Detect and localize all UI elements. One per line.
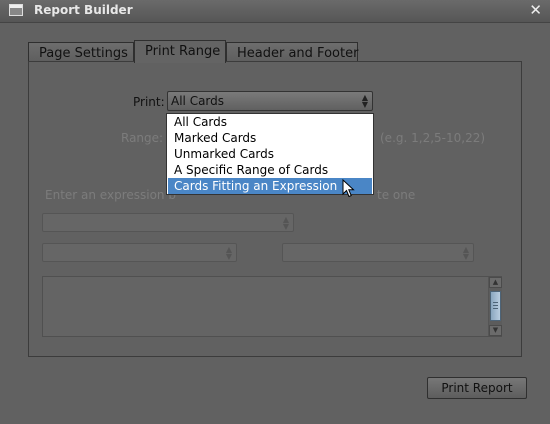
spinner-arrows-icon: ▲ ▼ [282, 215, 289, 231]
expression-field-select[interactable]: ▲ ▼ [42, 213, 294, 232]
window-title: Report Builder [34, 3, 133, 17]
scroll-thumb[interactable] [490, 291, 501, 321]
spinner-arrows-icon: ▲ ▼ [361, 93, 368, 109]
print-select-value: All Cards [171, 94, 225, 108]
spinner-arrows-icon: ▲ ▼ [225, 245, 232, 261]
spinner-arrows-icon: ▲ ▼ [462, 245, 469, 261]
textarea-scrollbar[interactable]: ▲ ▼ [488, 277, 502, 336]
title-bar: Report Builder ✕ [0, 0, 550, 23]
expression-value-select[interactable]: ▲ ▼ [282, 243, 474, 262]
option-specific-range[interactable]: A Specific Range of Cards [168, 162, 372, 178]
tab-page-settings[interactable]: Page Settings [28, 42, 134, 62]
tab-header-and-footer[interactable]: Header and Footer [226, 42, 358, 62]
close-icon[interactable]: ✕ [529, 2, 542, 18]
range-hint: (e.g. 1,2,5-10,22) [380, 131, 486, 145]
option-unmarked-cards[interactable]: Unmarked Cards [168, 146, 372, 162]
scroll-up-icon[interactable]: ▲ [489, 277, 502, 288]
expression-hint-end: te one [377, 188, 416, 202]
expression-textarea[interactable] [42, 276, 502, 337]
range-label: Range: [121, 131, 164, 145]
expression-operator-select[interactable]: ▲ ▼ [42, 243, 237, 262]
mouse-pointer-icon [342, 179, 355, 198]
scroll-down-icon[interactable]: ▼ [489, 325, 502, 336]
expression-hint-start: Enter an expression b [45, 188, 176, 202]
option-all-cards[interactable]: All Cards [168, 114, 372, 130]
window-icon [9, 4, 23, 16]
option-marked-cards[interactable]: Marked Cards [168, 130, 372, 146]
report-builder-window: Report Builder ✕ Page Settings Print Ran… [0, 0, 550, 424]
print-label: Print: [133, 95, 165, 109]
tab-print-range[interactable]: Print Range [134, 40, 226, 63]
print-report-button[interactable]: Print Report [427, 377, 527, 399]
print-select[interactable]: All Cards ▲ ▼ [167, 91, 373, 111]
